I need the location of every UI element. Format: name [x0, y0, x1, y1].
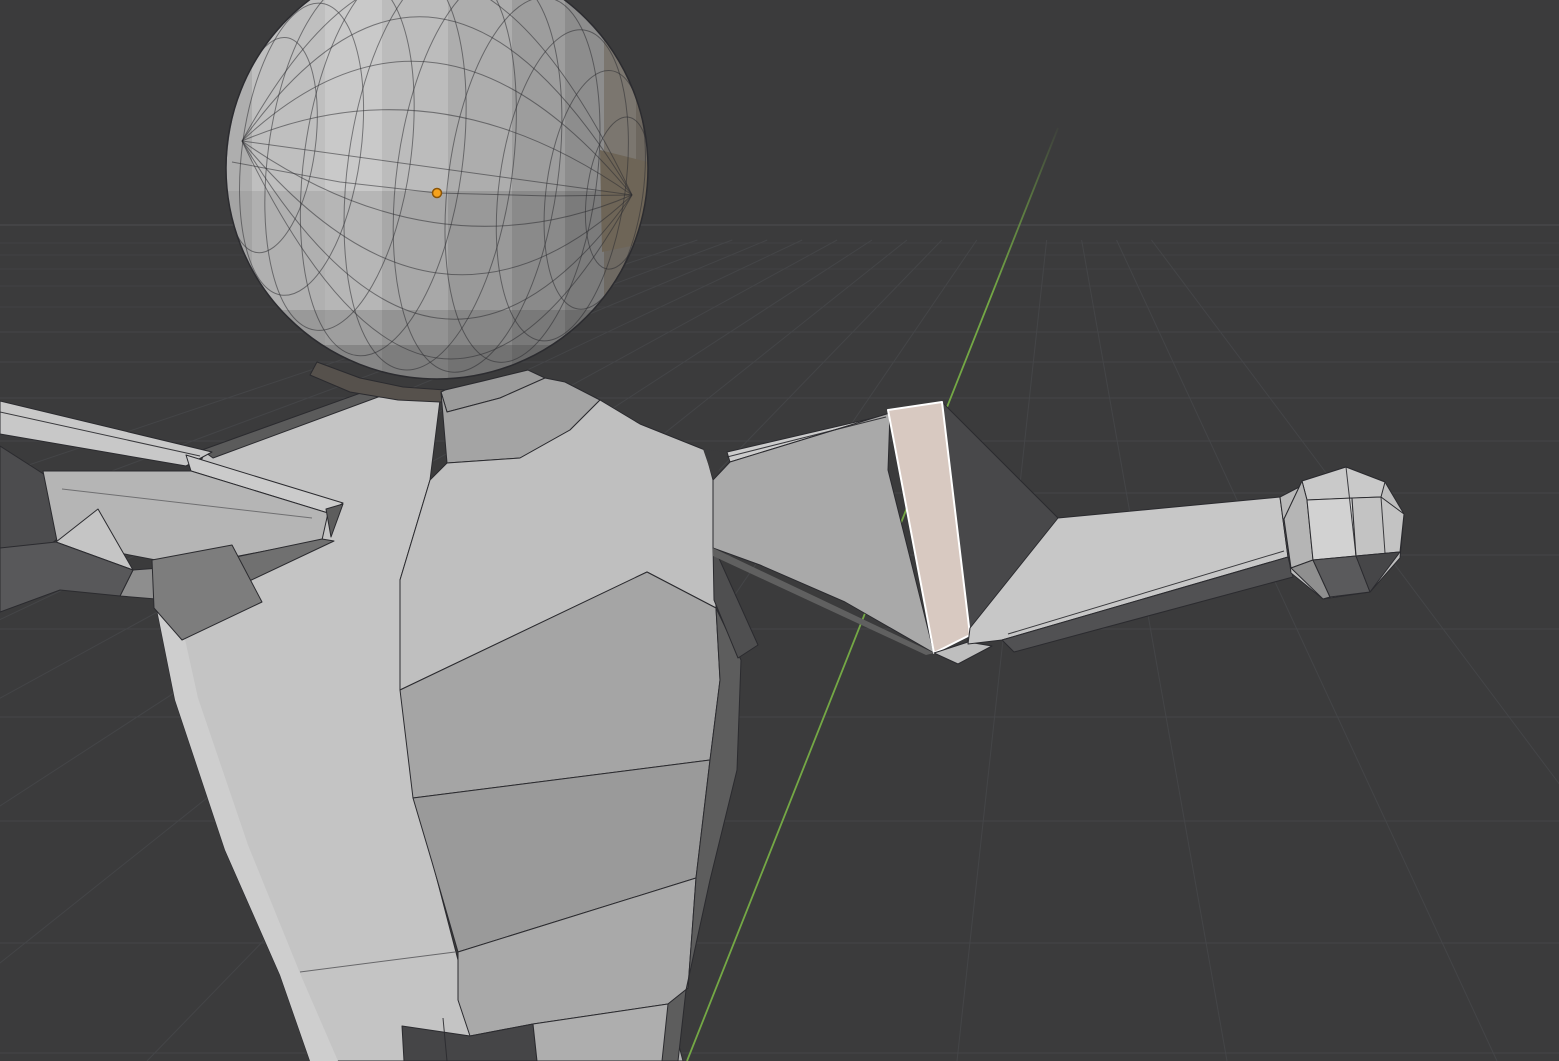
head-facet-band: [382, 0, 448, 191]
active-vertex[interactable]: [433, 189, 442, 198]
head-facet-band: [325, 0, 382, 191]
3d-viewport[interactable]: [0, 0, 1559, 1061]
fist-center-facet[interactable]: [1307, 498, 1356, 560]
viewport-canvas[interactable]: [0, 0, 1559, 1061]
head-facet-band: [512, 0, 565, 191]
